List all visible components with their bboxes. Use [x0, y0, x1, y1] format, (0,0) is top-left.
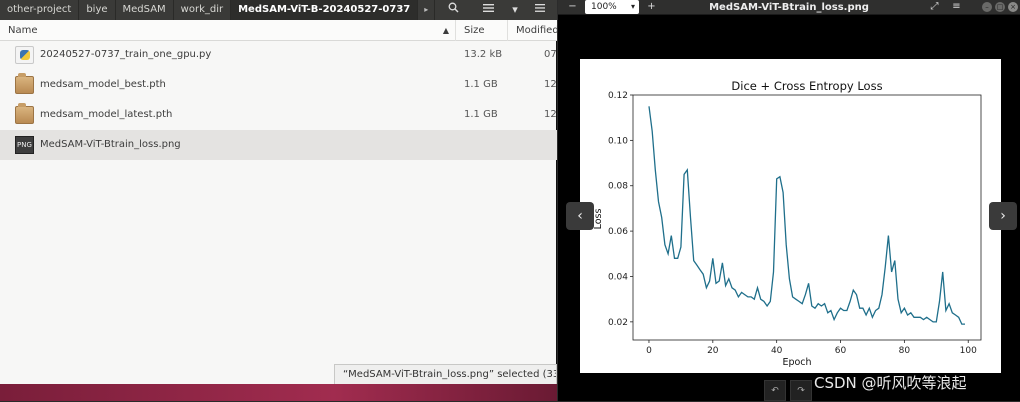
- view-options-icon[interactable]: ▾: [505, 0, 525, 20]
- y-axis-label: Loss: [593, 209, 604, 230]
- package-icon: [15, 73, 34, 94]
- file-name: medsam_model_best.pth: [40, 79, 166, 90]
- breadcrumb-current-folder[interactable]: MedSAM-ViT-B-20240527-0737: [231, 0, 419, 20]
- file-name: MedSAM-ViT-Btrain_loss.png: [40, 139, 181, 150]
- search-icon[interactable]: [440, 0, 466, 20]
- file-size: 1.1 GB: [464, 109, 498, 120]
- size-column-label: Size: [464, 25, 485, 36]
- breadcrumb-biye[interactable]: biye: [79, 0, 116, 20]
- image-viewer-window: − 100% ▾ + MedSAM-ViT-Btrain_loss.png ⤢ …: [558, 0, 1020, 401]
- modified-column-label: Modified: [516, 25, 557, 36]
- path-forward-arrow-icon[interactable]: ▸: [418, 0, 436, 20]
- x-tick-label: 80: [899, 346, 911, 356]
- y-tick-label: 0.12: [608, 91, 628, 101]
- y-tick-label: 0.08: [608, 182, 628, 192]
- file-manager-window: other-project biye MedSAM work_dir MedSA…: [0, 0, 557, 401]
- path-bar: other-project biye MedSAM work_dir MedSA…: [0, 0, 557, 20]
- breadcrumb-medsam[interactable]: MedSAM: [116, 0, 174, 20]
- menu-icon[interactable]: ≡: [950, 1, 963, 13]
- csdn-watermark: CSDN @听风吹等浪起: [814, 374, 967, 392]
- x-tick-label: 0: [646, 346, 652, 356]
- fullscreen-icon[interactable]: ⤢: [928, 1, 941, 13]
- file-modified: 12: [544, 79, 557, 90]
- x-axis-label: Epoch: [782, 357, 811, 368]
- plot-frame: [632, 94, 982, 341]
- next-image-button[interactable]: ›: [989, 202, 1017, 230]
- file-row[interactable]: 20240527-0737_train_one_gpu.py 13.2 kB 0…: [0, 40, 557, 70]
- x-tick-label: 60: [835, 346, 847, 356]
- minimize-icon[interactable]: –: [982, 2, 992, 12]
- modified-column-header[interactable]: Modified: [508, 20, 557, 41]
- previous-image-button[interactable]: ‹: [566, 202, 594, 230]
- size-column-header[interactable]: Size: [456, 20, 508, 41]
- file-row[interactable]: medsam_model_best.pth 1.1 GB 12: [0, 70, 557, 100]
- sort-ascending-icon: ▲: [442, 26, 449, 35]
- package-icon: [15, 103, 34, 124]
- x-tick-label: 100: [960, 346, 977, 356]
- breadcrumb-work-dir[interactable]: work_dir: [174, 0, 232, 20]
- name-column-label: Name: [8, 25, 38, 36]
- loss-chart: Dice + Cross Entropy Loss Epoch Loss 0 20…: [593, 79, 982, 368]
- file-size: 1.1 GB: [464, 79, 498, 90]
- maximize-icon[interactable]: □: [995, 2, 1005, 12]
- file-row-selected[interactable]: PNG MedSAM-ViT-Btrain_loss.png: [0, 130, 557, 160]
- file-name: 20240527-0737_train_one_gpu.py: [40, 49, 212, 60]
- chart-title: Dice + Cross Entropy Loss: [731, 79, 882, 93]
- name-column-header[interactable]: Name ▲: [0, 20, 456, 41]
- y-tick-label: 0.06: [608, 227, 628, 237]
- desktop-background: [0, 384, 557, 401]
- png-file-icon: PNG: [15, 136, 34, 154]
- list-view-icon[interactable]: [475, 0, 501, 20]
- selection-status-bar: “MedSAM-ViT-Btrain_loss.png” selected (3…: [334, 364, 557, 385]
- loss-series-line: [648, 106, 965, 325]
- viewer-toolbar: − 100% ▾ + MedSAM-ViT-Btrain_loss.png ⤢ …: [558, 0, 1020, 15]
- rotate-right-icon[interactable]: ↷: [790, 380, 812, 401]
- file-modified: 12: [544, 109, 557, 120]
- file-row[interactable]: medsam_model_latest.pth 1.1 GB 12: [0, 100, 557, 130]
- file-size: 13.2 kB: [464, 49, 503, 60]
- file-modified: 07: [544, 49, 557, 60]
- breadcrumb-other-project[interactable]: other-project: [0, 0, 80, 20]
- y-tick-label: 0.10: [608, 136, 628, 146]
- x-tick-label: 40: [771, 346, 783, 356]
- y-tick-label: 0.02: [608, 318, 628, 328]
- y-tick-label: 0.04: [608, 272, 628, 282]
- column-header: Name ▲ Size Modified: [0, 20, 557, 41]
- rotate-left-icon[interactable]: ↶: [764, 380, 786, 401]
- file-name: medsam_model_latest.pth: [40, 109, 173, 120]
- close-icon[interactable]: ×: [1008, 2, 1018, 12]
- python-file-icon: [15, 46, 34, 64]
- menu-icon[interactable]: [530, 0, 550, 20]
- loss-chart-image: Dice + Cross Entropy Loss Epoch Loss 0 20…: [580, 59, 1001, 373]
- x-tick-label: 20: [707, 346, 719, 356]
